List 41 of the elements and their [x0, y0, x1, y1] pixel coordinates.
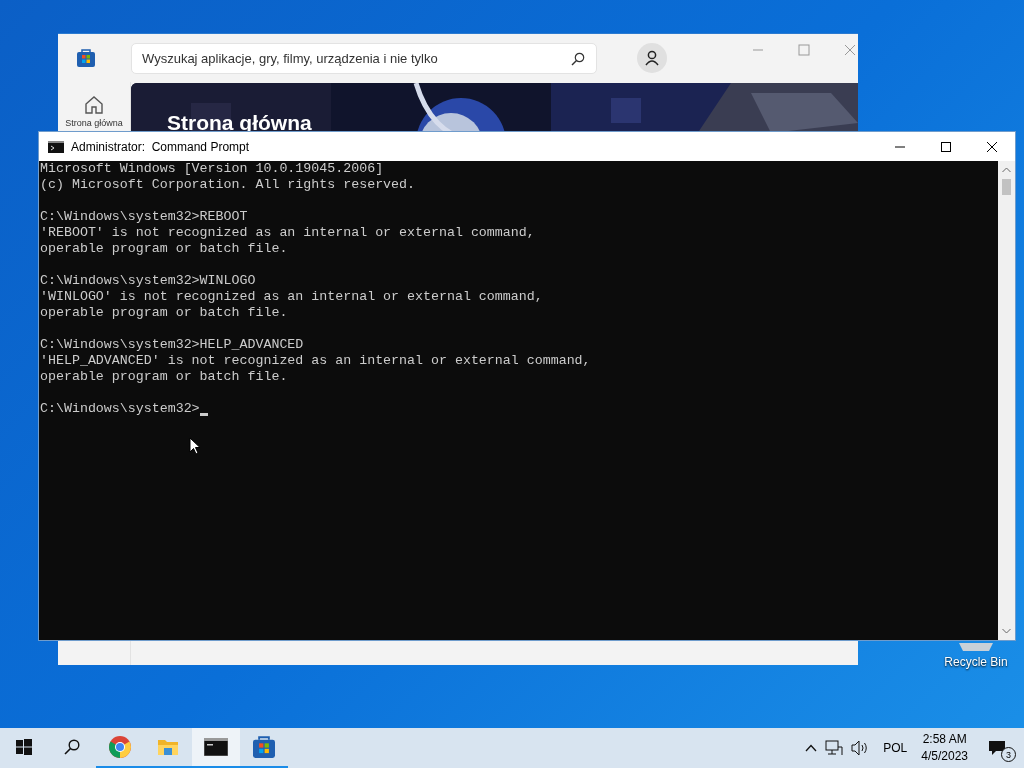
console-line: 'REBOOT' is not recognized as an internal or external command,: [40, 225, 535, 241]
console-line: 'WINLOGO' is not recognized as an internal or external command,: [40, 289, 543, 305]
notifications-button[interactable]: 3: [988, 736, 1014, 760]
browser-icon: [108, 735, 132, 759]
recycle-bin-label[interactable]: Recycle Bin: [944, 655, 1008, 669]
console-line: C:\Windows\system32>REBOOT: [40, 209, 248, 225]
clock[interactable]: 2:58 AM 4/5/2023: [921, 731, 968, 765]
language-indicator[interactable]: POL: [883, 741, 908, 755]
terminal-taskbar-button[interactable]: [192, 728, 240, 768]
console-line: 'HELP_ADVANCED' is not recognized as an internal or external command,: [40, 353, 591, 369]
hero-title: Strona główna: [167, 111, 312, 135]
terminal-icon: [48, 140, 64, 153]
mouse-pointer-icon: [189, 437, 201, 455]
home-icon: [83, 94, 105, 116]
scroll-thumb[interactable]: [1002, 179, 1011, 195]
console-line: C:\Windows\system32>WINLOGO: [40, 273, 256, 289]
window-title: Administrator: Command Prompt: [71, 139, 250, 154]
console-line: C:\Windows\system32>HELP_ADVANCED: [40, 337, 304, 353]
chevron-up-icon[interactable]: [805, 744, 818, 752]
console-line: Microsoft Windows [Version 10.0.19045.2006]: [40, 161, 384, 177]
account-button[interactable]: [637, 43, 667, 73]
nav-item[interactable]: Strona główna: [63, 92, 125, 130]
store-icon: [253, 736, 275, 758]
store-logo-icon: [77, 49, 95, 67]
console-line: operable program or batch file.: [40, 369, 288, 385]
scrollbar[interactable]: [998, 161, 1015, 640]
console-line: C:\Windows\system32>: [40, 401, 200, 417]
folder-icon: [157, 737, 179, 757]
console-line: (c) Microsoft Corporation. All rights reserved.: [40, 177, 416, 193]
network-icon[interactable]: [825, 740, 844, 756]
console-line: operable program or batch file.: [40, 305, 288, 321]
close-icon[interactable]: [986, 140, 998, 153]
console-line: operable program or batch file.: [40, 241, 288, 257]
terminal-icon: [204, 738, 228, 756]
volume-icon[interactable]: [851, 740, 870, 756]
maximize-icon[interactable]: [940, 140, 952, 153]
person-icon: [645, 50, 659, 66]
windows-logo-icon: [16, 739, 32, 755]
search-icon[interactable]: [571, 51, 585, 66]
search-icon: [64, 739, 80, 755]
search-field[interactable]: Wyszukaj aplikacje, gry, filmy, urządzenia i nie tylko: [131, 42, 597, 74]
